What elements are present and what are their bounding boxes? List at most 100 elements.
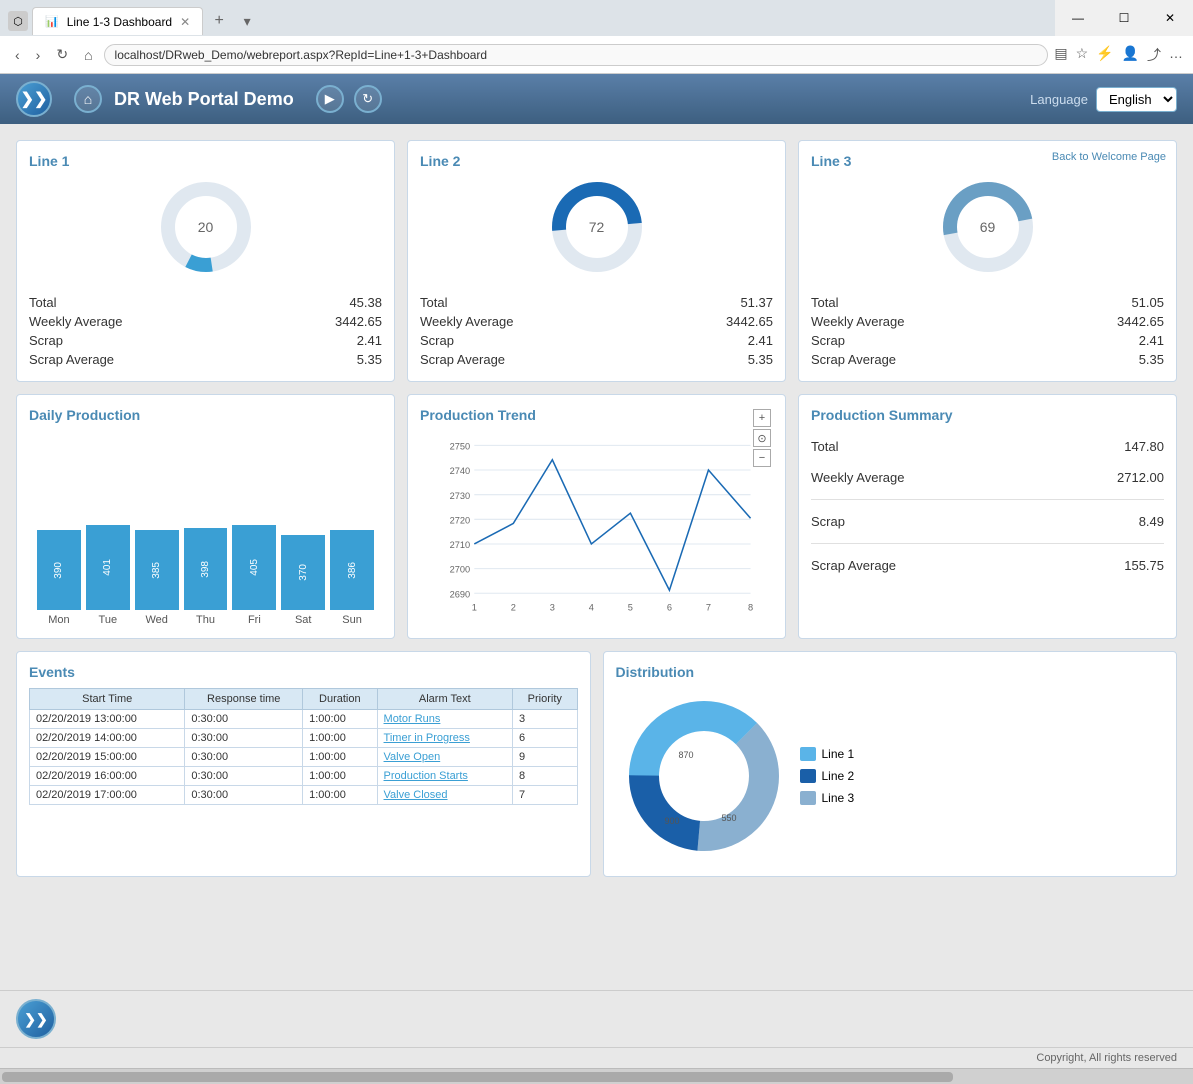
bookmark-icon[interactable]: ☆ [1076,45,1089,65]
event-duration-4: 1:00:00 [303,767,377,786]
minimize-button[interactable]: — [1055,3,1101,33]
language-section: Language English [1030,87,1177,112]
scrollbar-thumb[interactable] [2,1072,953,1082]
event-alarm-4[interactable]: Production Starts [377,767,513,786]
event-alarm-3[interactable]: Valve Open [377,748,513,767]
y-label-2690: 2690 [450,589,471,599]
bar-sun: 386 [330,530,374,610]
line2-scrap-row: Scrap 2.41 [420,331,773,350]
col-duration: Duration [303,689,377,710]
close-button[interactable]: ✕ [1147,3,1193,33]
line3-weekly-value: 3442.65 [1117,314,1164,329]
event-alarm-2[interactable]: Timer in Progress [377,729,513,748]
mid-row: Daily Production 390 401 [16,394,1177,639]
home-nav-button[interactable]: ⌂ [74,85,102,113]
menu-icon[interactable]: … [1169,45,1183,65]
col-start-time: Start Time [30,689,185,710]
events-table-body: 02/20/2019 13:00:00 0:30:00 1:00:00 Moto… [30,710,578,805]
event-response-2: 0:30:00 [185,729,303,748]
home-button[interactable]: ⌂ [79,45,97,65]
back-button[interactable]: ‹ [10,45,25,65]
day-label-mon: Mon [37,614,81,626]
refresh-button[interactable]: ↻ [354,85,382,113]
scrollbar[interactable] [0,1068,1193,1084]
event-duration-5: 1:00:00 [303,786,377,805]
zoom-in-button[interactable]: + [753,409,771,427]
x-label-2: 2 [511,603,516,613]
production-summary-title: Production Summary [811,407,1164,423]
active-tab[interactable]: 📊 Line 1-3 Dashboard ✕ [32,7,203,35]
event-priority-3: 9 [513,748,577,767]
event-alarm-1[interactable]: Motor Runs [377,710,513,729]
line3-scrap-row: Scrap 2.41 [811,331,1164,350]
line2-total-label: Total [420,295,447,310]
legend-label-line1: Line 1 [822,747,855,761]
y-label-2750: 2750 [450,441,471,451]
play-button[interactable]: ▶ [316,85,344,113]
x-label-5: 5 [628,603,633,613]
tab-title: Line 1-3 Dashboard [67,15,172,29]
y-label-2740: 2740 [450,466,471,476]
bar-mon: 390 [37,530,81,610]
bar-val-tue: 401 [102,559,113,576]
line3-total-value: 51.05 [1131,295,1164,310]
summary-total-label: Total [811,439,838,454]
back-to-welcome-link[interactable]: Back to Welcome Page [1052,151,1166,163]
production-trend-title: Production Trend [420,407,773,423]
maximize-button[interactable]: ☐ [1101,3,1147,33]
y-label-2700: 2700 [450,565,471,575]
y-label-2720: 2720 [450,515,471,525]
url-input[interactable] [104,44,1049,66]
tab-close[interactable]: ✕ [180,15,190,29]
x-label-7: 7 [706,603,711,613]
address-bar: ‹ › ↻ ⌂ ▤ ☆ ⚡ 👤 ⤴ … [0,36,1193,74]
share-icon[interactable]: ⤴ [1147,45,1161,65]
reload-button[interactable]: ↻ [51,44,73,65]
summary-scrap-avg-value: 155.75 [1124,558,1164,573]
address-bar-icons: ▤ ☆ ⚡ 👤 ⤴ … [1054,45,1183,65]
event-start-5: 02/20/2019 17:00:00 [30,786,185,805]
summary-scrap-avg-label: Scrap Average [811,558,896,573]
line2-title: Line 2 [420,153,773,169]
forward-button[interactable]: › [31,45,46,65]
production-trend-card: Production Trend + ⊙ − 2750 2740 2730 27… [407,394,786,639]
line1-donut: 20 [156,177,256,277]
line1-scrap-value: 2.41 [357,333,382,348]
line1-scrap-avg-label: Scrap Average [29,352,114,367]
bar-col-thu: 398 [184,528,228,610]
line3-scrap-avg-value: 5.35 [1139,352,1164,367]
event-priority-4: 8 [513,767,577,786]
y-label-2730: 2730 [450,491,471,501]
legend-item-line1: Line 1 [800,747,855,761]
line3-weekly-label: Weekly Average [811,314,904,329]
line2-scrap-label: Scrap [420,333,454,348]
day-label-sat: Sat [281,614,325,626]
footer-logo[interactable]: ❯❯ [16,999,56,1039]
line1-scrap-avg-row: Scrap Average 5.35 [29,350,382,369]
bar-tue: 401 [86,525,130,610]
extensions-icon[interactable]: ⚡ [1096,45,1113,65]
legend-item-line3: Line 3 [800,791,855,805]
app-logo: ❯❯ [16,81,52,117]
reader-icon[interactable]: ▤ [1054,45,1067,65]
line2-scrap-value: 2.41 [748,333,773,348]
daily-production-title: Daily Production [29,407,382,423]
distribution-content: 870 550 900 Line 1 Line 2 [616,688,1165,864]
line2-donut-value: 72 [589,219,605,235]
new-tab-button[interactable]: + [207,9,231,33]
event-start-4: 02/20/2019 16:00:00 [30,767,185,786]
bar-val-mon: 390 [53,562,64,579]
zoom-out-button[interactable]: − [753,449,771,467]
profile-icon[interactable]: 👤 [1122,45,1139,65]
bar-val-wed: 385 [151,562,162,579]
browser-chrome: ⬡ 📊 Line 1-3 Dashboard ✕ + ▾ — ☐ ✕ ‹ › ↻… [0,0,1193,74]
zoom-reset-button[interactable]: ⊙ [753,429,771,447]
language-select[interactable]: English [1096,87,1177,112]
event-alarm-5[interactable]: Valve Closed [377,786,513,805]
trend-chart-svg: 2750 2740 2730 2720 2710 2700 2690 [420,431,773,621]
line3-scrap-label: Scrap [811,333,845,348]
summary-weekly-value: 2712.00 [1117,470,1164,485]
zoom-controls: + ⊙ − [753,409,771,467]
line3-weekly-row: Weekly Average 3442.65 [811,312,1164,331]
tab-dropdown[interactable]: ▾ [235,9,259,33]
